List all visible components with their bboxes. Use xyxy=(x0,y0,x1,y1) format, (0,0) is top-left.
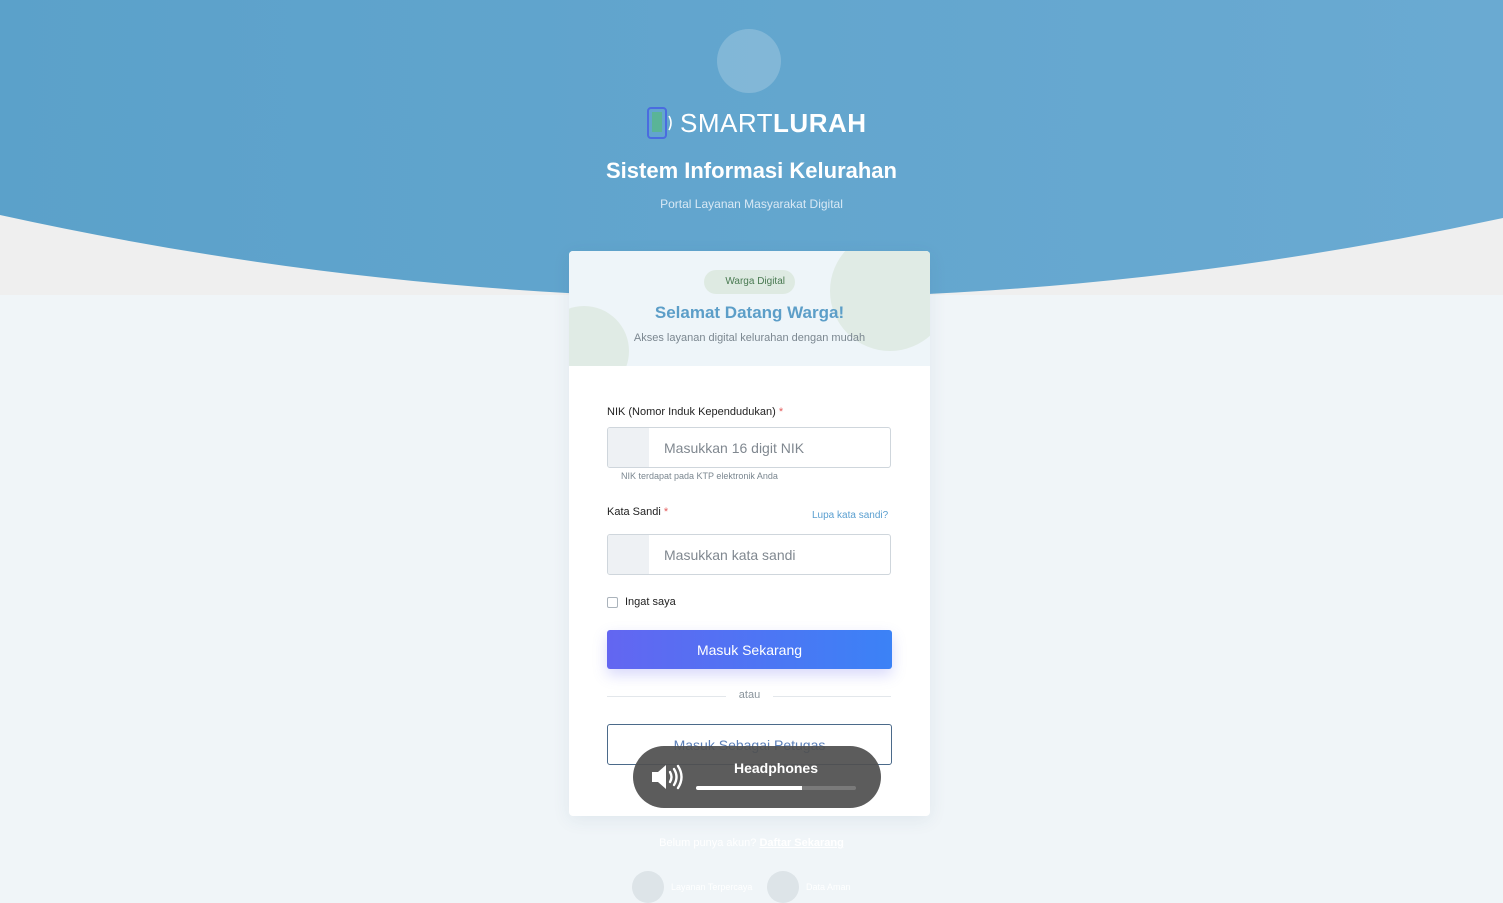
password-input[interactable] xyxy=(649,535,884,574)
lock-icon xyxy=(608,535,649,574)
page-subtitle: Portal Layanan Masyarakat Digital xyxy=(660,197,843,211)
required-mark: * xyxy=(663,506,669,518)
password-field xyxy=(607,534,891,575)
page-title: Sistem Informasi Kelurahan xyxy=(606,158,897,183)
remember-checkbox[interactable] xyxy=(607,596,618,608)
remember-label: Ingat saya xyxy=(625,596,676,608)
password-label-text: Kata Sandi xyxy=(607,506,661,518)
feature-secure: Data Aman xyxy=(806,882,851,892)
nik-hint: NIK terdapat pada KTP elektronik Anda xyxy=(621,471,778,481)
audio-device-name: Headphones xyxy=(733,760,818,776)
role-badge: Warga Digital xyxy=(704,270,795,294)
volume-level-fill xyxy=(696,786,802,790)
divider-text: atau xyxy=(738,689,761,701)
login-button[interactable]: Masuk Sekarang xyxy=(607,630,892,669)
welcome-subtitle: Akses layanan digital kelurahan dengan m… xyxy=(633,332,866,344)
brand-name: SMARTLURAH xyxy=(680,108,867,139)
shield-icon xyxy=(632,871,664,903)
volume-level-bar xyxy=(696,786,856,790)
login-card: Warga Digital Selamat Datang Warga! Akse… xyxy=(569,251,930,816)
card-header: Warga Digital Selamat Datang Warga! Akse… xyxy=(569,251,930,366)
nik-label: NIK (Nomor Induk Kependudukan) * xyxy=(607,406,783,418)
remember-me[interactable]: Ingat saya xyxy=(607,596,676,608)
brand-logo: SMARTLURAH xyxy=(646,106,867,140)
nik-field xyxy=(607,427,891,468)
nik-input[interactable] xyxy=(649,428,884,467)
smartphone-icon xyxy=(647,107,672,139)
volume-osd: Headphones xyxy=(633,746,881,808)
id-card-icon xyxy=(608,428,649,467)
brand-name-light: SMART xyxy=(680,107,774,138)
register-link[interactable]: Daftar Sekarang xyxy=(759,837,843,849)
brand-name-bold: LURAH xyxy=(773,107,867,138)
speaker-volume-icon xyxy=(652,764,683,790)
logo-placeholder-circle xyxy=(717,29,781,93)
register-prompt: Belum punya akun? Daftar Sekarang xyxy=(0,837,1503,849)
required-mark: * xyxy=(778,406,784,418)
password-label: Kata Sandi * xyxy=(607,506,668,518)
lock-icon xyxy=(767,871,799,903)
feature-trusted: Layanan Terpercaya xyxy=(671,882,753,892)
welcome-heading: Selamat Datang Warga! xyxy=(654,303,845,322)
forgot-password-link[interactable]: Lupa kata sandi? xyxy=(812,510,888,521)
no-account-text: Belum punya akun? xyxy=(659,837,757,849)
nik-label-text: NIK (Nomor Induk Kependudukan) xyxy=(607,406,776,418)
